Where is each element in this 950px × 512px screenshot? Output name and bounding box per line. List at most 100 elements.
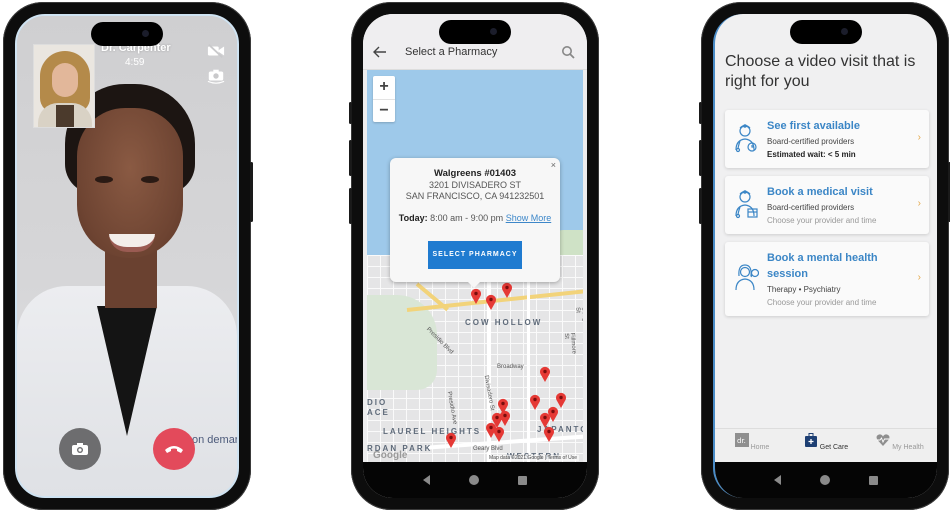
zoom-out-button[interactable]: − [373, 99, 395, 122]
zoom-in-button[interactable]: + [373, 76, 395, 99]
pharmacy-pin[interactable] [493, 426, 505, 442]
map-label-presidio-2: ACE [367, 408, 390, 417]
system-nav-bar [715, 462, 937, 498]
self-view-pip[interactable] [33, 44, 95, 128]
card-subtitle: Therapy • Psychiatry [767, 285, 841, 294]
card-subtitle: Board-certified providers [767, 203, 855, 212]
map-road [527, 255, 530, 462]
camera-flip-icon[interactable] [207, 68, 225, 84]
tab-label: Get Care [819, 444, 849, 451]
map-label-presidio: DIO [367, 398, 388, 407]
chevron-right-icon: › [917, 198, 921, 209]
pharmacy-pin[interactable] [485, 294, 497, 310]
hours-value: 8:00 am - 9:00 pm [430, 213, 504, 223]
show-more-link[interactable]: Show More [506, 213, 552, 223]
close-icon[interactable]: × [551, 160, 556, 170]
snapshot-button[interactable] [59, 428, 101, 470]
medical-bag-icon [804, 433, 817, 447]
tab-label: My Health [892, 444, 924, 451]
street-label: Broadway [497, 364, 524, 370]
provider-eye [95, 176, 113, 183]
doctor-calendar-icon [735, 190, 758, 219]
pharmacy-pin[interactable] [445, 432, 457, 448]
pharmacy-screen: Select a Pharmacy COW HOLLOW LAUREL HEIG… [363, 14, 587, 498]
select-pharmacy-button[interactable]: SELECT PHARMACY [428, 241, 522, 269]
dynamic-island [790, 20, 862, 44]
street-label: Fillmore St [562, 332, 577, 355]
app-showcase: on demar Dr. Carpenter 4:59 Select a Pha… [0, 0, 950, 512]
pharmacy-pin[interactable] [529, 394, 541, 410]
provider-eye [141, 176, 159, 183]
phone-hangup-icon [165, 446, 183, 453]
phone-visit-type: Choose a video visit that is right for y… [699, 2, 950, 510]
video-off-icon[interactable] [207, 44, 225, 58]
volume-up-button [699, 140, 702, 176]
card-note: Choose your provider and time [767, 298, 877, 307]
card-title: Book a mental health session [767, 252, 878, 280]
video-call-screen: on demar Dr. Carpenter 4:59 [15, 14, 239, 498]
recents-square-icon[interactable] [518, 475, 528, 485]
hours-label: Today: [398, 213, 428, 223]
pharmacy-pin[interactable] [539, 366, 551, 382]
tab-home[interactable]: dr. Home [715, 429, 789, 462]
end-call-button[interactable] [153, 428, 195, 470]
dynamic-island [91, 22, 163, 46]
pharmacy-pin[interactable] [470, 288, 482, 304]
card-title: See first available [767, 120, 860, 132]
card-title: Book a medical visit [767, 186, 873, 198]
street-label: Gough St [574, 306, 583, 325]
pharmacy-address-line2: SAN FRANCISCO, CA 941232501 [405, 191, 545, 201]
phone-pharmacy-map: Select a Pharmacy COW HOLLOW LAUREL HEIG… [349, 2, 599, 510]
call-timer: 4:59 [125, 57, 145, 68]
map-zoom-control: + − [373, 76, 395, 122]
mute-switch [699, 102, 702, 124]
pharmacy-name: Walgreens #01403 [433, 168, 517, 179]
card-book-mental-health[interactable]: Book a mental health session Therapy • P… [725, 242, 929, 316]
tab-my-health[interactable]: My Health [863, 429, 937, 462]
card-see-first-available[interactable]: See first available Board-certified prov… [725, 110, 929, 168]
search-icon[interactable] [561, 45, 575, 59]
pharmacy-pin[interactable] [501, 282, 513, 298]
mute-switch [349, 102, 352, 124]
tab-get-care[interactable]: Get Care [789, 429, 863, 462]
tab-label: Home [750, 444, 770, 451]
card-book-medical-visit[interactable]: Book a medical visit Board-certified pro… [725, 176, 929, 234]
arrow-left-icon[interactable] [373, 45, 387, 59]
pharmacy-address-line1: 3201 DIVISADERO ST [428, 180, 522, 190]
recents-square-icon[interactable] [868, 475, 878, 485]
pharmacy-pin[interactable] [499, 410, 511, 426]
street-label: Geary Blvd [473, 446, 503, 452]
dr-logo-icon: dr. [734, 433, 749, 447]
chevron-right-icon: › [917, 132, 921, 143]
volume-down-button [349, 188, 352, 224]
volume-up-button [349, 140, 352, 176]
system-nav-bar [363, 462, 587, 498]
volume-down-button [699, 188, 702, 224]
back-triangle-icon[interactable] [422, 475, 430, 485]
dynamic-island [439, 20, 511, 44]
page-title: Choose a video visit that is right for y… [725, 53, 916, 90]
back-triangle-icon[interactable] [774, 475, 782, 485]
map-label-cow-hollow: COW HOLLOW [465, 318, 543, 327]
heart-pulse-icon [876, 434, 890, 446]
doctor-clock-icon [735, 124, 757, 153]
home-circle-icon[interactable] [468, 475, 479, 485]
chevron-right-icon: › [917, 272, 921, 283]
pharmacy-pin[interactable] [543, 426, 555, 442]
therapist-chat-icon [735, 264, 759, 291]
map-attribution[interactable]: Map data ©2021 Google | Terms of Use [487, 455, 579, 461]
pharmacy-info-popup: × Walgreens #01403 3201 DIVISADERO ST SA… [390, 158, 560, 288]
visit-type-screen: Choose a video visit that is right for y… [713, 14, 937, 498]
card-subtitle: Board-certified providers [767, 137, 855, 146]
google-logo: Google [373, 450, 408, 461]
svg-text:dr.: dr. [737, 437, 746, 445]
card-note: Choose your provider and time [767, 216, 877, 225]
pharmacy-pin[interactable] [555, 392, 567, 408]
bottom-tab-bar: dr. Home Get Care My Health [715, 428, 937, 462]
power-button [250, 162, 253, 222]
phone-video-call: on demar Dr. Carpenter 4:59 [3, 2, 253, 510]
home-circle-icon[interactable] [819, 475, 830, 485]
pharmacy-map[interactable]: COW HOLLOW LAUREL HEIGHTS RDAN PARK WEST… [367, 70, 583, 462]
card-note: Estimated wait: < 5 min [767, 150, 856, 159]
camera-icon [72, 443, 88, 455]
